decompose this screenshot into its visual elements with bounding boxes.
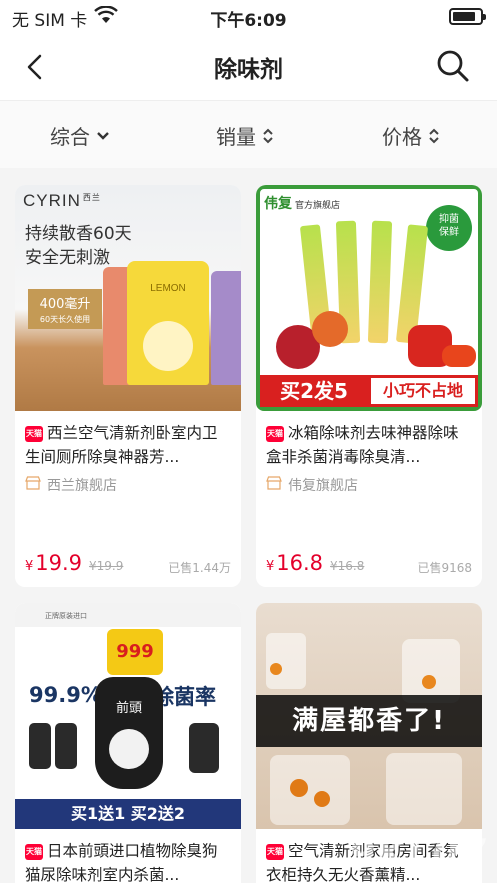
shop-link[interactable]: 伟复旗舰店: [266, 475, 358, 495]
product-title: 天猫 西兰空气清新剂卧室内卫生间厕所除臭神器芳...: [25, 424, 218, 466]
tmall-badge: 天猫: [25, 426, 43, 442]
brand-logo: CYRIN 西兰: [23, 191, 101, 210]
product-can: LEMON: [127, 261, 209, 385]
headline: 满屋都香了!: [256, 695, 482, 747]
original-price: ¥16.8: [330, 559, 365, 573]
product-title: 天猫 冰箱除味剂去味神器除味盒非杀菌消毒除臭清...: [266, 424, 459, 466]
tmall-badge: 天猫: [266, 844, 284, 860]
chevron-down-icon: [96, 131, 110, 141]
product-image: 正牌原装进口 99.9% 除菌率 999 前頭 买1送1 买2送2: [15, 603, 241, 829]
promo-badge: 小巧不占地: [368, 375, 478, 407]
original-price: ¥19.9: [89, 559, 124, 573]
bottle: 前頭: [95, 677, 163, 789]
price: ¥16.8: [266, 551, 324, 575]
shop-name: 西兰旗舰店: [47, 478, 117, 494]
sort-bar: 综合 销量 价格: [0, 100, 497, 168]
watermark: 9KL07: [349, 831, 487, 875]
shop-name: 伟复旗舰店: [288, 478, 358, 494]
sort-arrows-icon: [262, 127, 274, 145]
bottle-trigger: 999: [107, 629, 163, 675]
headline: 99.9%: [29, 683, 102, 707]
headline: 持续散香60天: [25, 224, 132, 244]
price-row: ¥16.8 ¥16.8 已售9168: [266, 551, 472, 579]
product-card[interactable]: 正牌原装进口 99.9% 除菌率 999 前頭 买1送1 买2送2 天猫 日本前頭…: [15, 603, 241, 883]
battery-icon: [449, 8, 486, 25]
product-card[interactable]: 伟复 官方旗舰店 抑菌保鲜 买2发5 小巧不占地 天猫 冰箱除味剂去味神器除味盒非杀…: [256, 185, 482, 587]
store-icon: [25, 476, 41, 494]
subheadline: 安全无刺激: [25, 248, 110, 268]
sort-sales-label: 销量: [216, 125, 256, 149]
price: ¥19.9: [25, 551, 83, 575]
clock: 下午6:09: [210, 11, 287, 31]
product-can: [211, 271, 241, 385]
sort-sales[interactable]: 销量: [216, 121, 274, 150]
sold-count: 已售1.44万: [168, 561, 231, 575]
tmall-badge: 天猫: [266, 426, 284, 442]
sold-count: 已售9168: [417, 561, 472, 575]
sort-price-label: 价格: [382, 125, 422, 149]
sort-comprehensive-label: 综合: [50, 125, 90, 149]
product-image: CYRIN 西兰 持续散香60天 安全无刺激 400毫升 60天长久使用 LEMO…: [15, 185, 241, 411]
product-title: 天猫 日本前頭进口植物除臭狗猫尿除味剂室内杀菌...: [25, 842, 218, 883]
product-card[interactable]: CYRIN 西兰 持续散香60天 安全无刺激 400毫升 60天长久使用 LEMO…: [15, 185, 241, 587]
seal-badge: 抑菌保鲜: [426, 205, 472, 251]
capacity-badge: 400毫升 60天长久使用: [28, 289, 102, 329]
sort-price[interactable]: 价格: [382, 121, 440, 150]
shop-link[interactable]: 西兰旗舰店: [25, 475, 117, 495]
page-title: 除味剂: [214, 57, 283, 83]
tmall-badge: 天猫: [25, 844, 43, 860]
product-image: 伟复 官方旗舰店 抑菌保鲜 买2发5 小巧不占地: [256, 185, 482, 411]
price-row: ¥19.9 ¥19.9 已售1.44万: [25, 551, 231, 579]
brand-logo: 伟复 官方旗舰店: [264, 196, 341, 212]
store-icon: [266, 476, 282, 494]
promo-badge: 买2发5: [260, 375, 368, 407]
search-icon[interactable]: [435, 48, 471, 84]
promo-banner: 买1送1 买2送2: [15, 799, 241, 829]
status-bar: 无 SIM 卡 下午6:09: [0, 0, 497, 34]
nav-bar: 除味剂: [0, 34, 497, 100]
top-label: 正牌原装进口: [15, 603, 241, 627]
sort-comprehensive[interactable]: 综合: [50, 121, 110, 150]
product-image: 满屋都香了!: [256, 603, 482, 829]
sort-arrows-icon: [428, 127, 440, 145]
